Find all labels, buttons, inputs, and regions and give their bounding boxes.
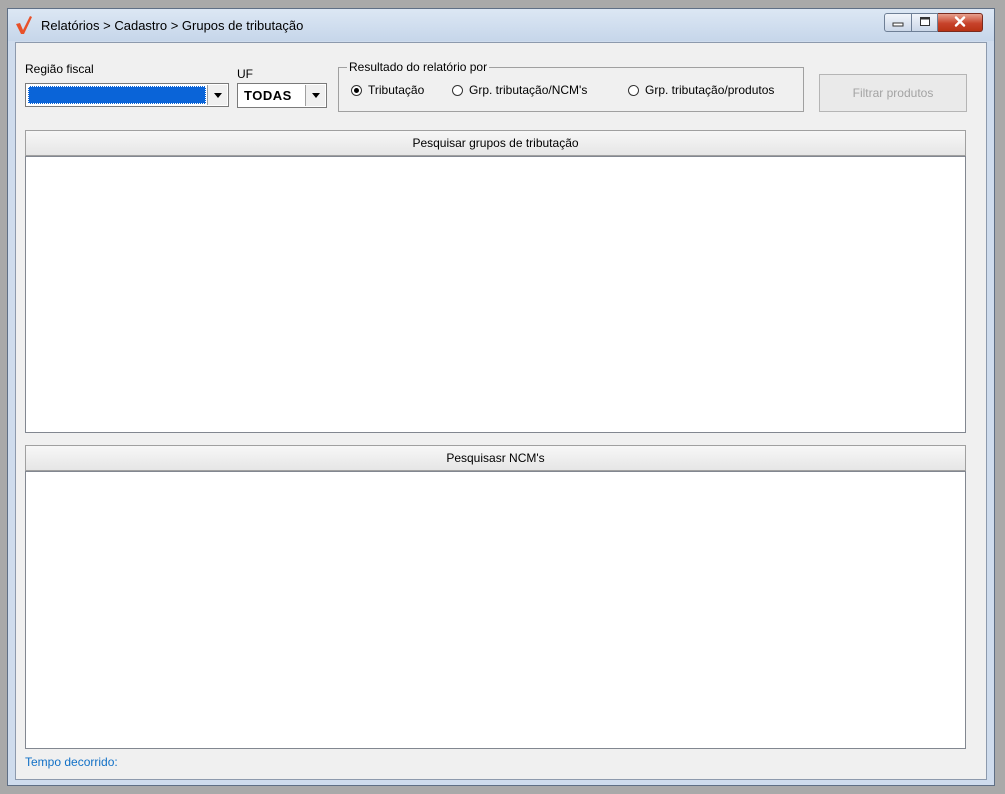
resultado-legend: Resultado do relatório por [347,60,490,74]
minimize-button[interactable] [884,13,912,32]
radio-tributacao-label: Tributação [368,83,425,97]
radio-unchecked-icon[interactable] [628,84,639,96]
window-title: Relatórios > Cadastro > Grupos de tribut… [41,18,304,33]
regiao-fiscal-selection [28,86,206,104]
window-controls [884,13,983,33]
regiao-fiscal-label: Região fiscal [25,62,94,76]
ncms-list[interactable] [25,471,966,749]
filtrar-produtos-button[interactable]: Filtrar produtos [819,74,967,112]
radio-tributacao[interactable]: Tributação [351,83,424,97]
resultado-groupbox: Resultado do relatório por Tributação Gr… [338,60,804,112]
radio-grp-tributacao-ncms[interactable]: Grp. tributação/NCM's [452,83,587,97]
radio-grp-tributacao-produtos[interactable]: Grp. tributação/produtos [628,83,774,97]
radio-grp-tributacao-ncms-label: Grp. tributação/NCM's [469,83,588,97]
uf-label: UF [237,67,253,81]
title-bar[interactable]: Relatórios > Cadastro > Grupos de tribut… [8,9,994,41]
ncms-panel-header[interactable]: Pesquisasr NCM's [25,445,966,471]
tempo-decorrido-label: Tempo decorrido: [25,755,118,769]
chevron-down-icon [213,92,222,98]
regiao-fiscal-dropdown-button[interactable] [207,85,227,105]
regiao-fiscal-select[interactable] [25,83,229,107]
close-button[interactable] [938,13,983,32]
uf-dropdown-button[interactable] [305,85,325,106]
app-logo-icon [15,15,33,35]
uf-select[interactable]: TODAS [237,83,327,108]
chevron-down-icon [311,93,320,98]
minimize-icon [892,16,904,30]
maximize-button[interactable] [912,13,938,32]
maximize-icon [919,16,931,30]
radio-grp-tributacao-produtos-label: Grp. tributação/produtos [645,83,775,97]
grupos-panel-header[interactable]: Pesquisar grupos de tributação [25,130,966,156]
app-window: Relatórios > Cadastro > Grupos de tribut… [7,8,995,786]
client-area: Região fiscal UF TODAS Resultado do rela… [15,42,987,780]
uf-value: TODAS [244,88,292,103]
radio-checked-icon[interactable] [351,84,362,96]
radio-unchecked-icon[interactable] [452,84,463,96]
grupos-list[interactable] [25,156,966,433]
close-icon [954,15,966,30]
